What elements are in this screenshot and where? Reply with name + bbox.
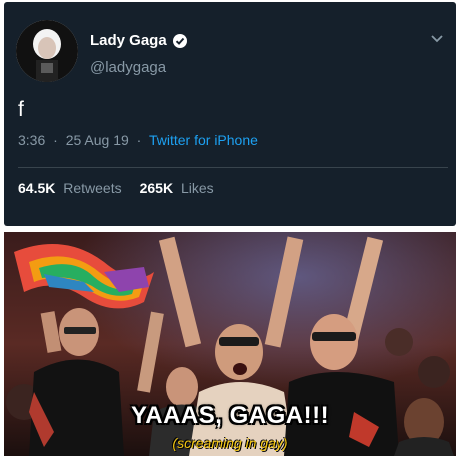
chevron-down-icon[interactable] — [429, 30, 445, 46]
tweet-stats: 64.5K Retweets 265K Likes — [18, 180, 232, 196]
meta-separator: · — [136, 132, 142, 148]
tweet-source-link[interactable]: Twitter for iPhone — [149, 132, 258, 148]
tweet-card: Lady Gaga @ladygaga f 3:36 · 25 Aug 19 ·… — [4, 2, 456, 226]
divider — [18, 167, 448, 168]
meme-photo: YAAAS, GAGA!!! (screaming in gay) — [4, 232, 456, 456]
avatar[interactable] — [16, 20, 78, 82]
likes-count: 265K — [139, 180, 174, 196]
tweet-meta: 3:36 · 25 Aug 19 · Twitter for iPhone — [18, 132, 258, 148]
verified-badge-icon — [172, 33, 188, 49]
meme-caption: YAAAS, GAGA!!! — [130, 402, 330, 429]
likes-stat[interactable]: 265K Likes — [140, 180, 214, 196]
retweets-label: Retweets — [63, 180, 122, 196]
likes-label: Likes — [180, 180, 214, 196]
name-row: Lady Gaga — [90, 32, 188, 49]
retweets-stat[interactable]: 64.5K Retweets — [18, 180, 122, 196]
retweets-count: 64.5K — [18, 180, 56, 196]
user-handle[interactable]: @ladygaga — [90, 59, 166, 76]
display-name[interactable]: Lady Gaga — [90, 32, 167, 49]
tweet-time: 3:36 — [18, 132, 46, 148]
tweet-date[interactable]: 25 Aug 19 — [66, 132, 129, 148]
tweet-text: f — [18, 98, 24, 121]
meta-separator: · — [53, 132, 58, 148]
meme-subcaption: (screaming in gay) — [172, 435, 288, 451]
